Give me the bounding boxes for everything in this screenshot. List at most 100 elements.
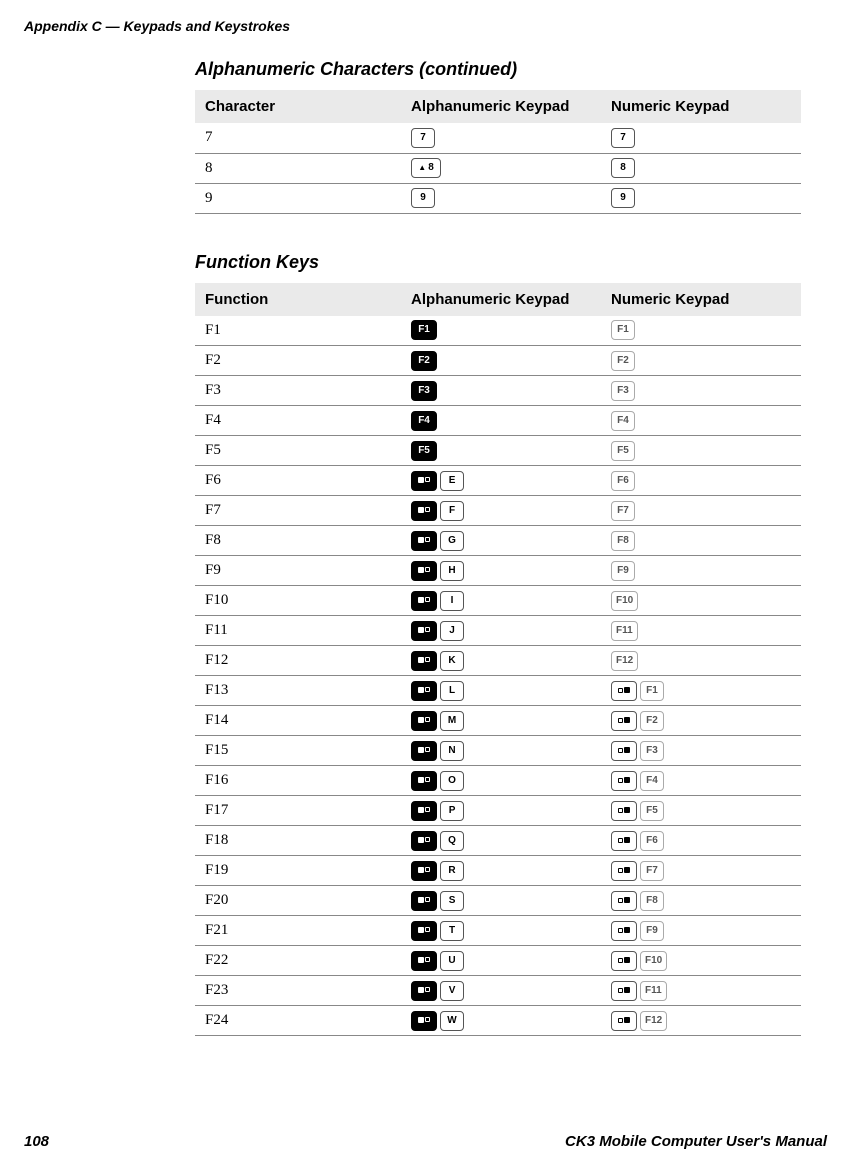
numeric-modifier-key-icon: [611, 1011, 637, 1031]
alpha-keypad-cell: J: [401, 616, 601, 646]
row-label: F19: [195, 856, 401, 886]
modifier-key-icon: [411, 741, 437, 761]
key-icon: H: [440, 561, 464, 581]
table-row: F2F2F2: [195, 346, 801, 376]
key-icon: L: [440, 681, 464, 701]
key-icon: J: [440, 621, 464, 641]
alpha-keypad-cell: W: [401, 1006, 601, 1036]
table-row: 999: [195, 183, 801, 213]
alpha-keypad-cell: P: [401, 796, 601, 826]
row-label: 8: [195, 153, 401, 183]
modifier-key-icon: [411, 471, 437, 491]
numeric-keypad-cell: F8: [601, 526, 801, 556]
numeric-keypad-cell: 9: [601, 183, 801, 213]
row-label: 7: [195, 123, 401, 153]
row-label: 9: [195, 183, 401, 213]
key-icon: F4: [611, 411, 635, 431]
key-icon: E: [440, 471, 464, 491]
row-label: F17: [195, 796, 401, 826]
key-icon: K: [440, 651, 464, 671]
table-row: F1F1F1: [195, 316, 801, 346]
alpha-keypad-cell: T: [401, 916, 601, 946]
key-icon: F1: [640, 681, 664, 701]
key-icon: G: [440, 531, 464, 551]
col-alpha-keypad: Alphanumeric Keypad: [401, 283, 601, 316]
table-row: F9HF9: [195, 556, 801, 586]
table-row: F13LF1: [195, 676, 801, 706]
modifier-key-icon: [411, 681, 437, 701]
key-icon: F2: [611, 351, 635, 371]
key-icon: F9: [611, 561, 635, 581]
numeric-keypad-cell: F6: [601, 466, 801, 496]
key-icon: F10: [611, 591, 638, 611]
numeric-keypad-cell: F2: [601, 706, 801, 736]
row-label: F20: [195, 886, 401, 916]
key-icon: F1: [611, 320, 635, 340]
numeric-modifier-key-icon: [611, 981, 637, 1001]
numeric-keypad-cell: F10: [601, 586, 801, 616]
key-icon: 9: [611, 188, 635, 208]
table-row: F4F4F4: [195, 406, 801, 436]
alphanumeric-section-title: Alphanumeric Characters (continued): [195, 59, 801, 80]
shift-key-icon: 8: [411, 158, 441, 178]
alphanumeric-table: Character Alphanumeric Keypad Numeric Ke…: [195, 90, 801, 214]
row-label: F24: [195, 1006, 401, 1036]
table-row: F3F3F3: [195, 376, 801, 406]
key-icon: F5: [640, 801, 664, 821]
modifier-key-icon: [411, 531, 437, 551]
modifier-key-icon: [411, 501, 437, 521]
alpha-keypad-cell: F1: [401, 316, 601, 346]
table-row: 777: [195, 123, 801, 153]
key-icon: F5: [611, 441, 635, 461]
modifier-key-icon: [411, 1011, 437, 1031]
function-key-icon: F2: [411, 351, 437, 371]
col-function: Function: [195, 283, 401, 316]
numeric-keypad-cell: F7: [601, 496, 801, 526]
modifier-key-icon: [411, 921, 437, 941]
alpha-keypad-cell: 7: [401, 123, 601, 153]
row-label: F5: [195, 436, 401, 466]
key-icon: F11: [640, 981, 667, 1001]
table-row: F24WF12: [195, 1006, 801, 1036]
table-row: F16OF4: [195, 766, 801, 796]
page-header: Appendix C — Keypads and Keystrokes: [0, 0, 851, 34]
table-row: F8GF8: [195, 526, 801, 556]
numeric-keypad-cell: F7: [601, 856, 801, 886]
modifier-key-icon: [411, 771, 437, 791]
numeric-modifier-key-icon: [611, 711, 637, 731]
numeric-keypad-cell: F12: [601, 646, 801, 676]
row-label: F23: [195, 976, 401, 1006]
numeric-modifier-key-icon: [611, 861, 637, 881]
key-icon: F2: [640, 711, 664, 731]
content-area: Alphanumeric Characters (continued) Char…: [0, 59, 851, 1036]
function-key-icon: F5: [411, 441, 437, 461]
alpha-keypad-cell: F5: [401, 436, 601, 466]
alpha-keypad-cell: G: [401, 526, 601, 556]
alpha-keypad-cell: M: [401, 706, 601, 736]
key-icon: F6: [611, 471, 635, 491]
col-character: Character: [195, 90, 401, 123]
table-row: F23VF11: [195, 976, 801, 1006]
alpha-keypad-cell: F2: [401, 346, 601, 376]
numeric-modifier-key-icon: [611, 741, 637, 761]
numeric-keypad-cell: F11: [601, 616, 801, 646]
numeric-keypad-cell: 7: [601, 123, 801, 153]
numeric-modifier-key-icon: [611, 921, 637, 941]
key-icon: F7: [611, 501, 635, 521]
function-keys-table: Function Alphanumeric Keypad Numeric Key…: [195, 283, 801, 1037]
alpha-keypad-cell: F4: [401, 406, 601, 436]
key-icon: I: [440, 591, 464, 611]
key-icon: 9: [411, 188, 435, 208]
table-header-row: Function Alphanumeric Keypad Numeric Key…: [195, 283, 801, 316]
row-label: F16: [195, 766, 401, 796]
numeric-keypad-cell: 8: [601, 153, 801, 183]
key-icon: F12: [611, 651, 638, 671]
numeric-keypad-cell: F8: [601, 886, 801, 916]
key-icon: F11: [611, 621, 638, 641]
key-icon: 7: [611, 128, 635, 148]
numeric-keypad-cell: F5: [601, 436, 801, 466]
numeric-keypad-cell: F5: [601, 796, 801, 826]
numeric-keypad-cell: F1: [601, 316, 801, 346]
modifier-key-icon: [411, 831, 437, 851]
alpha-keypad-cell: 9: [401, 183, 601, 213]
